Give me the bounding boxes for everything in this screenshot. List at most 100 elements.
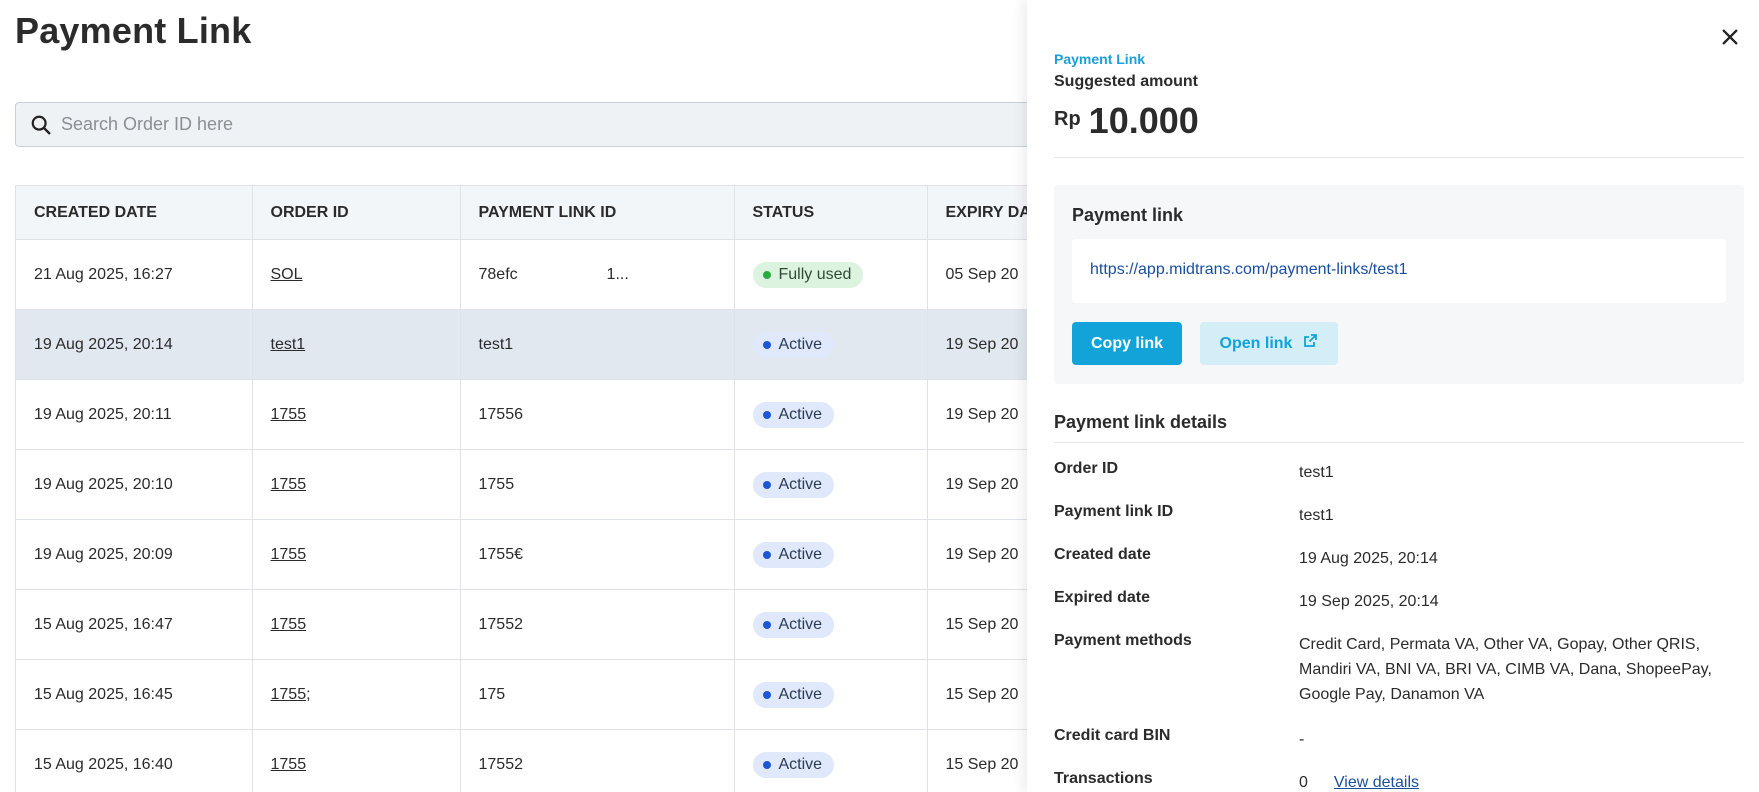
status-dot bbox=[762, 760, 771, 769]
search-bar[interactable] bbox=[15, 102, 1115, 147]
table-row[interactable]: 15 Aug 2025, 16:40 1755 17552 Active 15 … bbox=[16, 729, 1114, 792]
table-row[interactable]: 19 Aug 2025, 20:11 1755 17556 Active 19 … bbox=[16, 379, 1114, 450]
copy-link-button[interactable]: Copy link bbox=[1072, 322, 1182, 365]
column-header-created-date[interactable]: CREATED DATE bbox=[16, 186, 253, 240]
cell-status: Fully used bbox=[734, 239, 928, 310]
open-link-label: Open link bbox=[1219, 334, 1293, 352]
detail-value: test1 bbox=[1299, 464, 1334, 481]
suggested-amount-label: Suggested amount bbox=[1054, 73, 1199, 90]
table-row[interactable]: 19 Aug 2025, 20:10 1755 1755 Active 19 S… bbox=[16, 449, 1114, 520]
column-header-order-id[interactable]: ORDER ID bbox=[252, 186, 461, 240]
cell-order-id: 1755 bbox=[252, 379, 461, 450]
cell-payment-link-id: 1755 bbox=[460, 449, 735, 520]
cell-status: Active bbox=[734, 659, 928, 730]
cell-payment-link-id: test1 bbox=[460, 309, 735, 380]
cell-status: Active bbox=[734, 379, 928, 450]
cell-order-id: 1755 bbox=[252, 519, 461, 590]
amount-display: Rp 10.000 bbox=[1054, 100, 1199, 142]
table-row[interactable]: 19 Aug 2025, 20:14 test1 test1 Active 19… bbox=[16, 309, 1114, 380]
search-icon bbox=[30, 114, 52, 136]
detail-value: 19 Aug 2025, 20:14 bbox=[1299, 550, 1438, 567]
search-input[interactable] bbox=[61, 103, 961, 146]
status-dot bbox=[762, 690, 771, 699]
status-label: Active bbox=[778, 475, 823, 493]
transactions-count: 0 bbox=[1299, 774, 1308, 791]
cell-created-date: 15 Aug 2025, 16:45 bbox=[16, 659, 253, 730]
status-badge: Active bbox=[752, 751, 835, 778]
detail-value: test1 bbox=[1299, 507, 1334, 524]
detail-label: Created date bbox=[1054, 546, 1151, 563]
close-icon[interactable] bbox=[1719, 28, 1741, 50]
panel-eyebrow: Payment Link bbox=[1054, 51, 1146, 67]
order-id-link[interactable]: test1 bbox=[271, 336, 306, 353]
status-label: Active bbox=[778, 405, 823, 423]
cell-payment-link-id: 17556 bbox=[460, 379, 735, 450]
order-id-link[interactable]: SOL bbox=[271, 266, 303, 283]
status-dot bbox=[762, 410, 771, 419]
detail-label: Expired date bbox=[1054, 589, 1151, 606]
detail-label: Transactions bbox=[1054, 770, 1153, 787]
cell-payment-link-id: 17552 bbox=[460, 589, 735, 660]
cell-payment-link-id: 17552 bbox=[460, 729, 735, 792]
status-dot bbox=[762, 340, 771, 349]
cell-status: Active bbox=[734, 519, 928, 590]
detail-label: Credit card BIN bbox=[1054, 727, 1171, 744]
payment-link-detail-panel: Payment Link Suggested amount Rp 10.000 P… bbox=[1027, 0, 1759, 792]
page-title: Payment Link bbox=[15, 10, 252, 51]
status-label: Active bbox=[778, 615, 823, 633]
cell-payment-link-id: 1755€ bbox=[460, 519, 735, 590]
cell-order-id: 1755; bbox=[252, 659, 461, 730]
order-id-link[interactable]: 1755; bbox=[271, 686, 311, 703]
status-badge: Active bbox=[752, 541, 835, 568]
column-header-payment-link-id[interactable]: PAYMENT LINK ID bbox=[460, 186, 735, 240]
status-label: Active bbox=[778, 755, 823, 773]
cell-order-id: 1755 bbox=[252, 449, 461, 520]
external-link-icon bbox=[1302, 333, 1318, 354]
status-badge: Active bbox=[752, 681, 835, 708]
table-row[interactable]: 21 Aug 2025, 16:27 SOL 78efc 1... Fully … bbox=[16, 239, 1114, 310]
cell-order-id: SOL bbox=[252, 239, 461, 310]
divider bbox=[1054, 442, 1744, 443]
detail-label: Payment link ID bbox=[1054, 503, 1174, 520]
table-row[interactable]: 15 Aug 2025, 16:47 1755 17552 Active 15 … bbox=[16, 589, 1114, 660]
status-dot bbox=[762, 270, 771, 279]
currency-label: Rp bbox=[1054, 108, 1081, 130]
status-badge: Active bbox=[752, 331, 835, 358]
status-badge: Active bbox=[752, 401, 835, 428]
cell-created-date: 21 Aug 2025, 16:27 bbox=[16, 239, 253, 310]
status-badge: Fully used bbox=[752, 261, 864, 288]
open-link-button[interactable]: Open link bbox=[1200, 322, 1338, 365]
detail-label: Order ID bbox=[1054, 460, 1119, 477]
order-id-link[interactable]: 1755 bbox=[271, 546, 307, 563]
detail-value: - bbox=[1299, 731, 1305, 748]
status-label: Active bbox=[778, 685, 823, 703]
cell-status: Active bbox=[734, 309, 928, 380]
table-row[interactable]: 19 Aug 2025, 20:09 1755 1755€ Active 19 … bbox=[16, 519, 1114, 590]
status-dot bbox=[762, 620, 771, 629]
divider bbox=[1054, 157, 1744, 158]
order-id-link[interactable]: 1755 bbox=[271, 406, 307, 423]
column-header-status[interactable]: STATUS bbox=[734, 186, 928, 240]
status-label: Fully used bbox=[778, 265, 852, 283]
cell-order-id: 1755 bbox=[252, 589, 461, 660]
status-badge: Active bbox=[752, 471, 835, 498]
cell-status: Active bbox=[734, 729, 928, 792]
detail-value: 19 Sep 2025, 20:14 bbox=[1299, 593, 1439, 610]
status-badge: Active bbox=[752, 611, 835, 638]
cell-created-date: 19 Aug 2025, 20:09 bbox=[16, 519, 253, 590]
order-id-link[interactable]: 1755 bbox=[271, 756, 307, 773]
payment-link-table: CREATED DATE ORDER ID PAYMENT LINK ID ST… bbox=[15, 185, 1115, 792]
detail-value: Credit Card, Permata VA, Other VA, Gopay… bbox=[1299, 636, 1712, 703]
order-id-link[interactable]: 1755 bbox=[271, 616, 307, 633]
details-title: Payment link details bbox=[1054, 412, 1228, 432]
payment-link-url[interactable]: https://app.midtrans.com/payment-links/t… bbox=[1090, 261, 1407, 279]
payment-link-card: Payment link https://app.midtrans.com/pa… bbox=[1054, 185, 1744, 384]
status-dot bbox=[762, 550, 771, 559]
table-header-row: CREATED DATE ORDER ID PAYMENT LINK ID ST… bbox=[16, 186, 1114, 240]
view-details-link[interactable]: View details bbox=[1334, 774, 1419, 791]
cell-status: Active bbox=[734, 449, 928, 520]
cell-payment-link-id: 78efc 1... bbox=[460, 239, 735, 310]
table-row[interactable]: 15 Aug 2025, 16:45 1755; 175 Active 15 S… bbox=[16, 659, 1114, 730]
order-id-link[interactable]: 1755 bbox=[271, 476, 307, 493]
status-label: Active bbox=[778, 545, 823, 563]
